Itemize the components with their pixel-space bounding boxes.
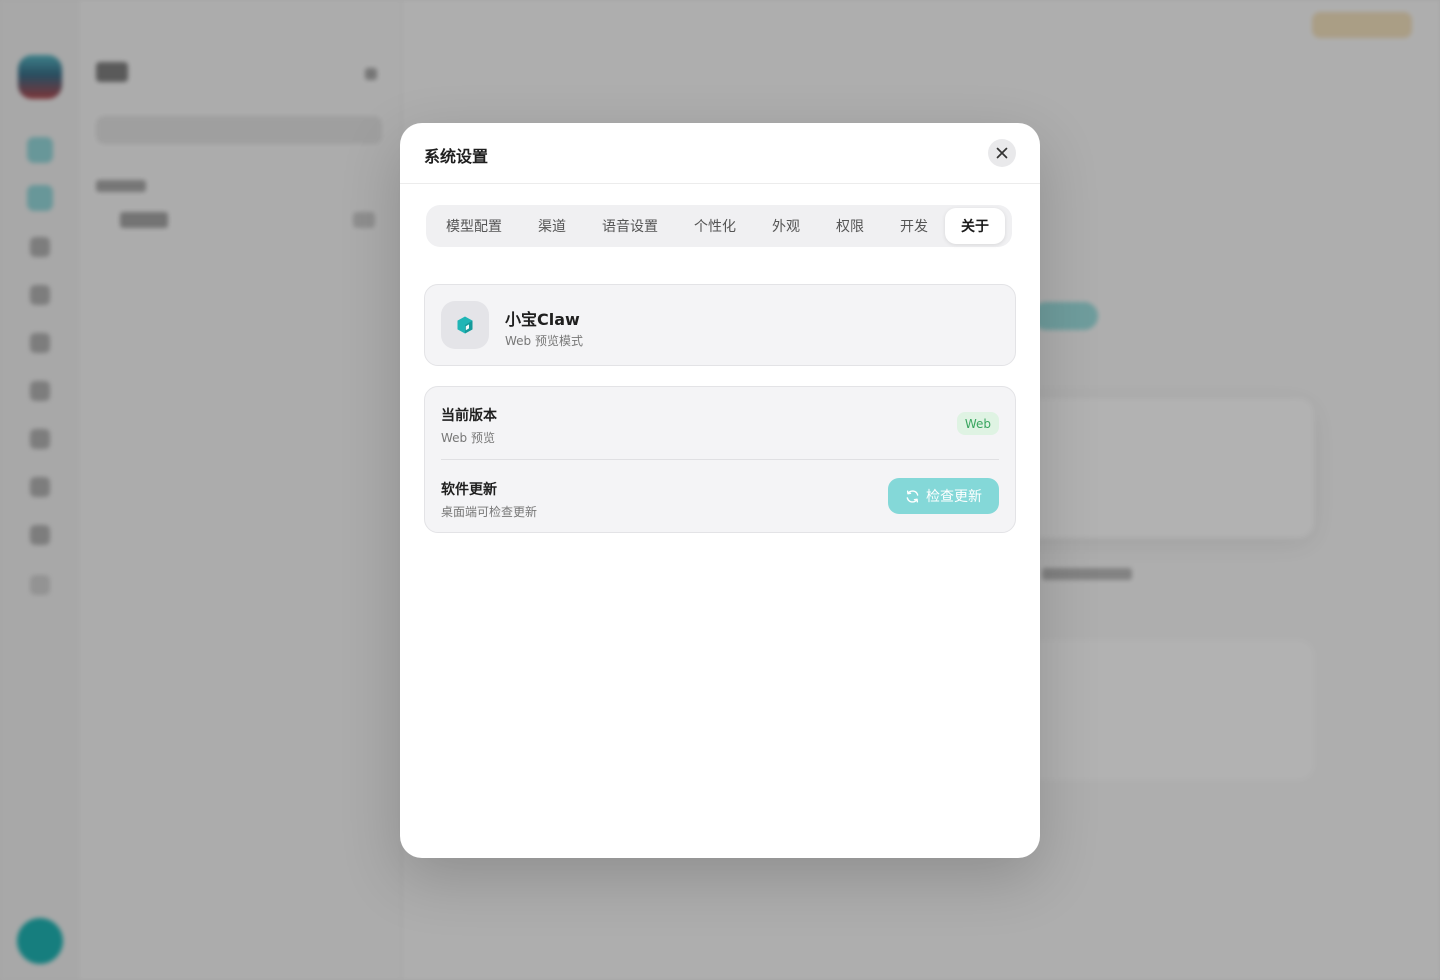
cube-icon	[457, 316, 473, 334]
version-value: Web 预览	[441, 431, 495, 445]
check-update-button[interactable]: 检查更新	[888, 478, 999, 514]
update-subtitle: 桌面端可检查更新	[441, 505, 538, 519]
tab-about[interactable]: 关于	[945, 208, 1005, 244]
check-update-label: 检查更新	[926, 489, 982, 505]
tab-appearance[interactable]: 外观	[755, 208, 817, 244]
app-name: 小宝Claw	[505, 310, 580, 329]
tab-personalization[interactable]: 个性化	[675, 208, 755, 244]
settings-tabs: 模型配置 渠道 语音设置 个性化 外观 权限 开发 关于	[426, 205, 1012, 247]
update-title: 软件更新	[441, 482, 497, 498]
settings-dialog: 系统设置 模型配置 渠道 语音设置 个性化 外观 权限 开发 关于 小宝Claw…	[400, 123, 1040, 858]
close-button[interactable]	[988, 139, 1016, 167]
tab-model-config[interactable]: 模型配置	[429, 208, 519, 244]
tab-voice-settings[interactable]: 语音设置	[585, 208, 675, 244]
version-title: 当前版本	[441, 408, 497, 424]
close-icon	[996, 147, 1008, 159]
tab-developer[interactable]: 开发	[883, 208, 945, 244]
tab-channels[interactable]: 渠道	[519, 208, 585, 244]
tab-permissions[interactable]: 权限	[817, 208, 883, 244]
refresh-icon	[906, 489, 919, 503]
version-row: 当前版本 Web 预览 Web	[441, 403, 999, 460]
app-mode: Web 预览模式	[505, 334, 583, 348]
dialog-header: 系统设置	[400, 123, 1040, 184]
update-row: 软件更新 桌面端可检查更新 检查更新	[441, 477, 999, 521]
app-info-card: 小宝Claw Web 预览模式	[424, 284, 1016, 366]
app-icon-box	[441, 301, 489, 349]
version-info-card: 当前版本 Web 预览 Web 软件更新 桌面端可检查更新 检查更新	[424, 386, 1016, 533]
version-badge: Web	[956, 412, 999, 435]
dialog-title: 系统设置	[424, 147, 489, 166]
